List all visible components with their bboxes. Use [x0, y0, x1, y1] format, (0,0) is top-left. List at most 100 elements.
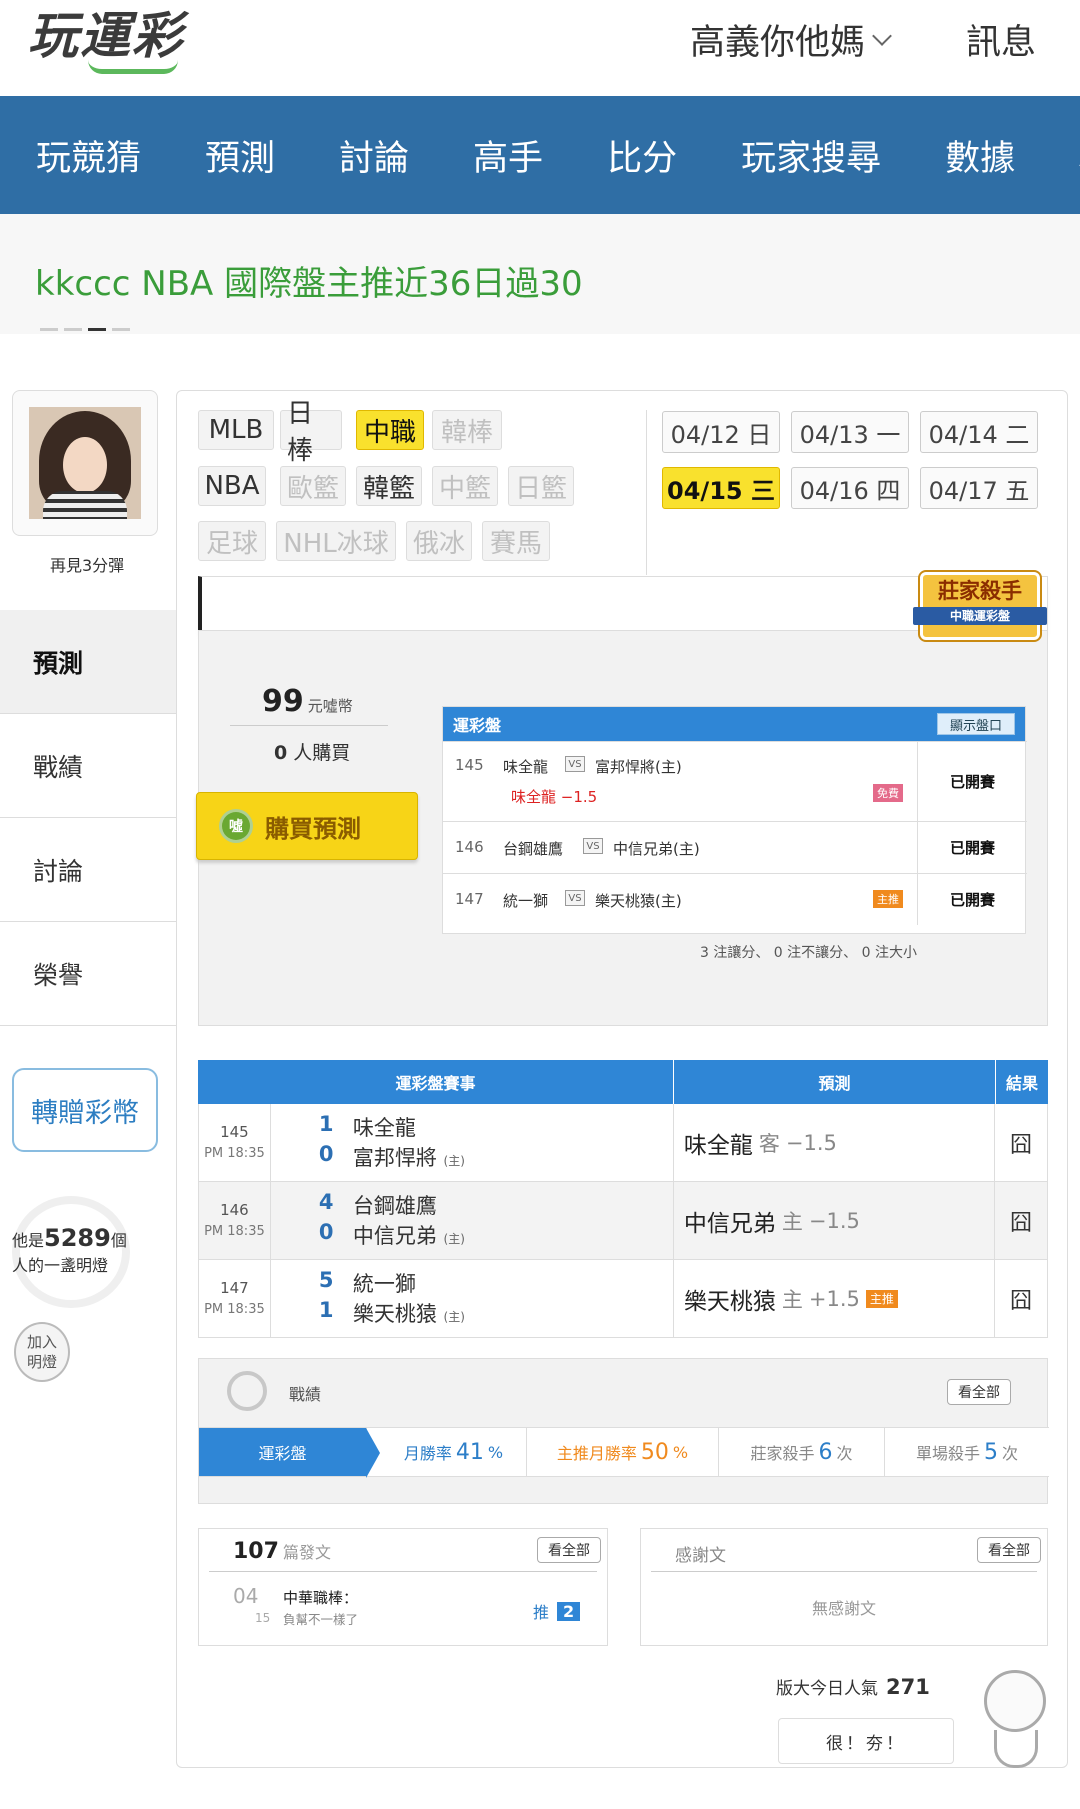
posts-card: 107 篇發文 看全部 04 15 中華職棒： 負幫不一樣了 推2	[198, 1528, 608, 1646]
stat-monthly-win: 月勝率 41%	[367, 1428, 527, 1476]
empty-message: 無感謝文	[811, 1599, 876, 1618]
sport-tab-horse-racing[interactable]: 賽馬	[482, 521, 550, 561]
sport-tab-soccer[interactable]: 足球	[198, 521, 266, 561]
table-row: 147 PM 18:35 5 統一獅 1 樂天桃猿 (主) 樂天桃猿主 +1.5 主推 囧	[198, 1260, 1048, 1338]
join-lamp-button[interactable]: 加入 明燈	[14, 1322, 70, 1382]
date-tab-selected[interactable]: 04/15 三	[662, 467, 780, 509]
profile-name: 再見3分彈	[50, 556, 125, 575]
record-stats: 運彩盤 月勝率 41% 主推月勝率 50% 莊家殺手 6 次 單場殺手 5 次	[199, 1427, 1049, 1478]
push-count: 推2	[533, 1599, 581, 1623]
banker-killer-badge: 莊家殺手 中職運彩盤	[913, 572, 1047, 640]
sport-tab-npb[interactable]: 日棒	[280, 399, 342, 466]
announcement-banner[interactable]: kkccc NBA 國際盤主推近36日過30	[0, 214, 1080, 334]
coin-icon: 噓	[219, 809, 253, 843]
free-badge: 免費	[873, 784, 903, 802]
logo-swoosh	[88, 60, 178, 74]
table-row: 145 PM 18:35 1 味全龍 0 富邦悍將 (主) 味全龍客 −1.5 囧	[198, 1104, 1048, 1182]
user-menu[interactable]: 高義你他媽	[690, 14, 892, 65]
stat-main-pick-win: 主推月勝率 50%	[527, 1428, 719, 1476]
hot-button[interactable]: 很！夯！	[778, 1718, 954, 1764]
stat-single-killer: 單場殺手 5 次	[915, 1439, 1019, 1465]
sport-tab-nhl[interactable]: NHL冰球	[276, 521, 396, 561]
divider	[230, 725, 388, 726]
post-count: 107 篇發文	[233, 1539, 331, 1564]
result-icon: 囧	[1010, 1132, 1033, 1158]
carousel-dot[interactable]	[64, 328, 82, 331]
main-nav: 玩競猜 預測 討論 高手 比分 玩家搜尋 數據 AP	[0, 96, 1080, 214]
sport-tab-cpbl[interactable]: 中職	[356, 410, 424, 450]
date-tab[interactable]: 04/13 一	[791, 411, 909, 453]
odds-row: 147 統一獅 VS 樂天桃猿(主) 主推 已開賽	[443, 873, 1027, 925]
table-row: 146 PM 18:35 4 台鋼雄鷹 0 中信兄弟 (主) 中信兄弟主 −1.5 囧	[198, 1182, 1048, 1260]
main-pick-badge: 主推	[865, 1289, 898, 1308]
pick-summary: 3 注讓分、 0 注不讓分、 0 注大小	[700, 945, 917, 961]
post-item[interactable]: 中華職棒： 負幫不一樣了	[283, 1587, 358, 1631]
nav-item[interactable]: 討論	[339, 130, 409, 181]
carousel-dot[interactable]	[112, 328, 130, 331]
nav-item[interactable]: 高手	[473, 130, 543, 181]
sport-tab-mlb[interactable]: MLB	[198, 410, 274, 450]
record-title: 戰績	[289, 1385, 322, 1404]
sidebar-item-discuss[interactable]: 討論	[0, 818, 176, 922]
nav-item[interactable]: 比分	[607, 130, 677, 181]
sidebar-item-honor[interactable]: 榮譽	[0, 922, 176, 1026]
odds-row: 145 味全龍 VS 富邦悍將(主) 味全龍 −1.5 免費 已開賽	[443, 741, 1027, 821]
show-odds-button[interactable]: 顯示盤口	[936, 713, 1015, 735]
avatar[interactable]	[29, 407, 141, 519]
sport-tab-kbo[interactable]: 韓棒	[432, 410, 502, 450]
sidebar-item-predict[interactable]: 預測	[0, 610, 176, 714]
chevron-down-icon	[872, 25, 892, 46]
vs-icon: VS	[565, 756, 585, 772]
record-tab[interactable]: 運彩盤	[199, 1428, 380, 1478]
vs-icon: VS	[583, 838, 603, 854]
status: 已開賽	[917, 742, 1027, 821]
buyer-count: 0 人購買	[274, 742, 351, 764]
buy-prediction-button[interactable]: 噓 購買預測	[196, 792, 418, 860]
date-tab[interactable]: 04/16 四	[791, 467, 909, 509]
target-icon	[227, 1371, 267, 1411]
see-all-button[interactable]: 看全部	[947, 1379, 1011, 1405]
sidebar-item-record[interactable]: 戰績	[0, 714, 176, 818]
price: 99 元噓幣	[262, 684, 353, 719]
nav-item[interactable]: 玩家搜尋	[741, 130, 881, 181]
logo[interactable]: 玩運彩	[28, 6, 238, 84]
see-all-button[interactable]: 看全部	[977, 1537, 1041, 1563]
odds-row: 146 台鋼雄鷹 VS 中信兄弟(主) 已開賽	[443, 821, 1027, 873]
sport-tab-russia-hockey[interactable]: 俄冰	[406, 521, 472, 561]
sport-tab-euro-basketball[interactable]: 歐籃	[280, 466, 346, 506]
messages-link[interactable]: 訊息	[966, 14, 1036, 65]
nav-item[interactable]: 數據	[945, 130, 1015, 181]
avatar-frame	[12, 390, 158, 536]
vs-icon: VS	[565, 890, 585, 906]
lamp-count: 他是5289個 人的一盞明燈	[12, 1224, 127, 1275]
date-tab[interactable]: 04/12 日	[662, 411, 780, 453]
mascot-icon	[964, 1660, 1064, 1770]
banner-text[interactable]: kkccc NBA 國際盤主推近36日過30	[35, 256, 583, 305]
sport-tab-china-basketball[interactable]: 中籃	[432, 466, 498, 506]
see-all-button[interactable]: 看全部	[537, 1537, 601, 1563]
carousel-dot-active[interactable]	[88, 328, 106, 331]
sport-tab-japan-basketball[interactable]: 日籃	[508, 466, 574, 506]
nav-item[interactable]: 預測	[205, 130, 275, 181]
gift-coins-button[interactable]: 轉贈彩幣	[12, 1068, 158, 1152]
record-section: 戰績 看全部 運彩盤 月勝率 41% 主推月勝率 50% 莊家殺手 6 次 單場殺手 5 次	[198, 1358, 1049, 1504]
thanks-card: 感謝文 看全部 無感謝文	[640, 1528, 1048, 1646]
status: 已開賽	[917, 822, 1027, 873]
post-date: 04 15	[233, 1584, 271, 1625]
sport-tab-nba[interactable]: NBA	[198, 466, 266, 506]
odds-header: 運彩盤 顯示盤口	[443, 707, 1025, 741]
date-tab[interactable]: 04/17 五	[920, 467, 1038, 509]
results-header: 運彩盤賽事 預測 結果	[198, 1060, 1048, 1104]
date-tab[interactable]: 04/14 二	[920, 411, 1038, 453]
result-icon: 囧	[1010, 1210, 1033, 1236]
results-table: 運彩盤賽事 預測 結果 145 PM 18:35 1 味全龍 0 富邦悍將 (主) 味…	[198, 1060, 1048, 1338]
main-pick-badge: 主推	[873, 890, 903, 908]
odds-table: 運彩盤 顯示盤口 145 味全龍 VS 富邦悍將(主) 味全龍 −1.5 免費 …	[442, 706, 1027, 934]
carousel-dots	[40, 328, 130, 331]
result-icon: 囧	[1010, 1288, 1033, 1314]
carousel-dot[interactable]	[40, 328, 58, 331]
nav-item[interactable]: 玩競猜	[36, 130, 141, 181]
sport-tab-korea-basketball[interactable]: 韓籃	[356, 466, 422, 506]
username: 高義你他媽	[690, 23, 866, 63]
stat-banker-killer: 莊家殺手 6 次	[719, 1428, 885, 1476]
